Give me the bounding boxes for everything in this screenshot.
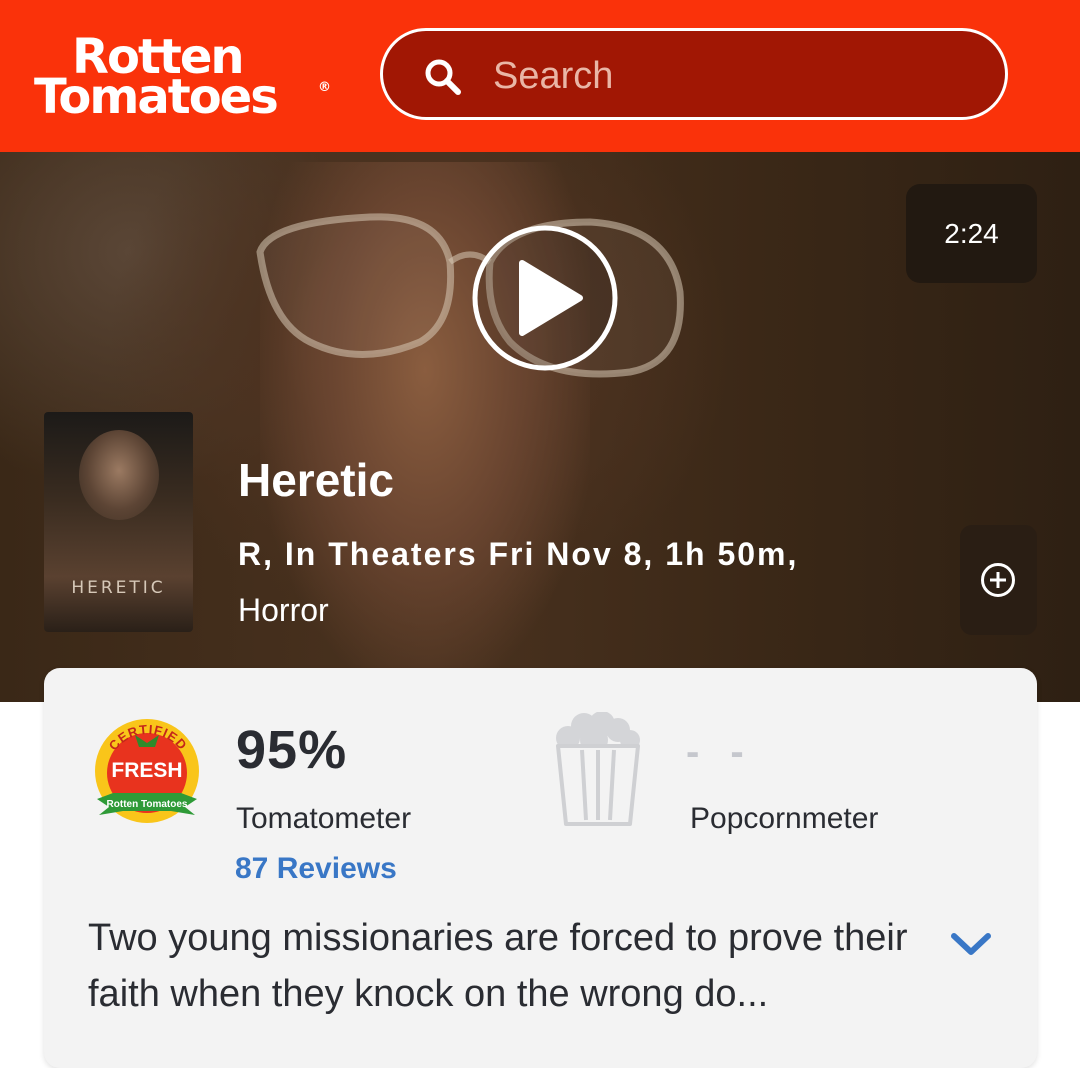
movie-genre: Horror <box>238 592 329 628</box>
site-header: Rotten Tomatoes ® <box>0 0 1080 152</box>
add-to-watchlist-button[interactable] <box>960 525 1037 635</box>
tomatometer-label: Tomatometer <box>236 802 412 835</box>
movie-synopsis[interactable]: Two young missionaries are forced to pro… <box>88 910 908 1022</box>
reviews-count-link[interactable]: 87 Reviews <box>235 852 397 886</box>
search-icon <box>425 59 461 95</box>
search-input[interactable] <box>491 49 975 103</box>
search-bar[interactable] <box>380 28 1008 120</box>
badge-brand-text: Rotten Tomatoes <box>107 799 188 810</box>
movie-title: Heretic <box>238 454 394 506</box>
trailer-duration-badge: 2:24 <box>906 184 1037 283</box>
movie-meta-info: R, In Theaters Fri Nov 8, 1h 50m, <box>238 536 799 572</box>
logo-registered-mark: ® <box>318 80 331 95</box>
hero-backdrop-glasses <box>256 213 684 378</box>
movie-poster[interactable]: HERETIC <box>44 412 193 632</box>
popcornmeter-label: Popcornmeter <box>690 802 879 835</box>
poster-face-image <box>79 430 159 520</box>
rotten-tomatoes-logo[interactable]: Rotten Tomatoes ® <box>34 32 334 122</box>
tomatometer-score: 95% <box>236 720 348 780</box>
play-icon[interactable] <box>472 225 618 371</box>
plus-circle-icon <box>981 563 1015 597</box>
chevron-down-icon[interactable] <box>950 930 992 958</box>
popcornmeter-score: - - <box>686 730 754 774</box>
score-card: CERTIFIED FRESH Rotten Tomatoes 95% Toma… <box>44 668 1037 1068</box>
badge-fresh-text: FRESH <box>111 759 182 782</box>
logo-line-2: Tomatoes <box>34 69 279 125</box>
trailer-hero[interactable]: 2:24 HERETIC Heretic R, In Theaters Fri … <box>0 152 1080 702</box>
poster-title: HERETIC <box>71 578 166 598</box>
popcorn-bucket-icon <box>556 712 640 826</box>
certified-fresh-badge: CERTIFIED FRESH Rotten Tomatoes <box>95 719 199 823</box>
